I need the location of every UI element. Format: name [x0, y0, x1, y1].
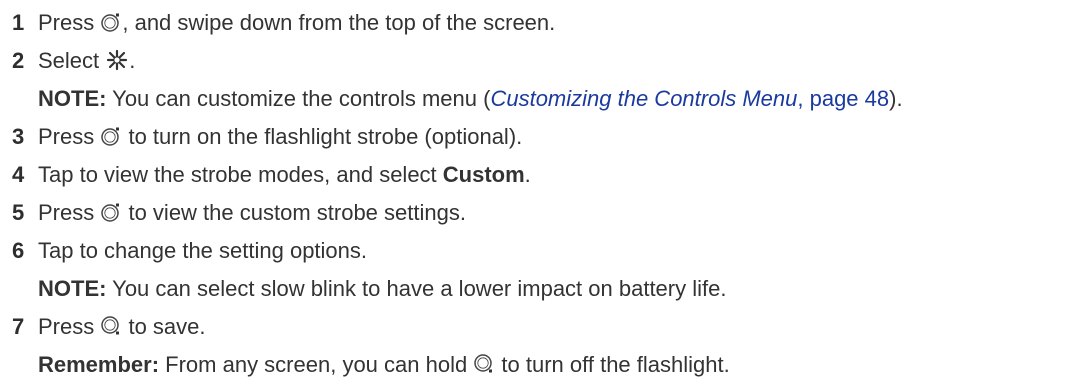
- note-text: You can select slow blink to have a lowe…: [106, 276, 727, 301]
- step-number: 1: [12, 10, 25, 35]
- step-text: Press: [38, 10, 101, 35]
- step-text: Select: [38, 48, 106, 73]
- step-number: 6: [12, 238, 25, 263]
- step-text: Press: [38, 200, 101, 225]
- remember-text: From any screen, you can hold: [159, 352, 474, 377]
- step-2-note: NOTE: You can customize the controls men…: [38, 84, 903, 114]
- step-text: , and swipe down from the top of the scr…: [122, 10, 556, 35]
- step-text: to save.: [122, 314, 206, 339]
- button-bottom-right-icon: [473, 353, 495, 375]
- step-number: 7: [12, 314, 25, 339]
- step-text: Tap to change the setting options.: [38, 238, 368, 263]
- step-number: 4: [12, 162, 25, 187]
- step-5: 5 Press to view the custom strobe setting…: [12, 198, 466, 228]
- cross-reference-link-page[interactable]: , page 48: [797, 86, 889, 111]
- note-label: NOTE:: [38, 276, 107, 301]
- step-number: 5: [12, 200, 25, 225]
- step-text: to turn on the flashlight strobe (option…: [122, 124, 523, 149]
- flashlight-icon: [105, 49, 129, 71]
- step-text: to view the custom strobe settings.: [122, 200, 466, 225]
- step-text: .: [524, 162, 531, 187]
- remember-label: Remember:: [38, 352, 160, 377]
- step-3: 3 Press to turn on the flashlight strobe …: [12, 122, 522, 152]
- step-text: Press: [38, 314, 101, 339]
- step-6-note: NOTE: You can select slow blink to have …: [38, 274, 726, 304]
- instruction-steps: 1 Press , and swipe down from the top of …: [0, 0, 1081, 389]
- button-top-right-icon: [100, 201, 122, 223]
- remember-note: Remember: From any screen, you can hold …: [38, 350, 730, 380]
- step-1: 1 Press , and swipe down from the top of …: [12, 8, 555, 38]
- step-text: Tap to view the strobe modes, and select: [38, 162, 443, 187]
- menu-option-custom: Custom: [442, 162, 525, 187]
- cross-reference-link-title[interactable]: Customizing the Controls Menu: [490, 86, 797, 111]
- note-label: NOTE:: [38, 86, 107, 111]
- note-text: You can customize the controls menu (: [106, 86, 491, 111]
- step-text: .: [129, 48, 136, 73]
- step-7: 7 Press to save.: [12, 312, 206, 342]
- remember-text: to turn off the flashlight.: [495, 352, 730, 377]
- step-6: 6 Tap to change the setting options.: [12, 236, 367, 266]
- step-2: 2 Select .: [12, 46, 135, 76]
- step-number: 2: [12, 48, 25, 73]
- step-4: 4 Tap to view the strobe modes, and selec…: [12, 160, 531, 190]
- step-number: 3: [12, 124, 25, 149]
- note-text: ).: [889, 86, 903, 111]
- step-text: Press: [38, 124, 101, 149]
- button-top-right-icon: [100, 11, 122, 33]
- button-top-right-icon: [100, 125, 122, 147]
- button-bottom-right-icon: [100, 315, 122, 337]
